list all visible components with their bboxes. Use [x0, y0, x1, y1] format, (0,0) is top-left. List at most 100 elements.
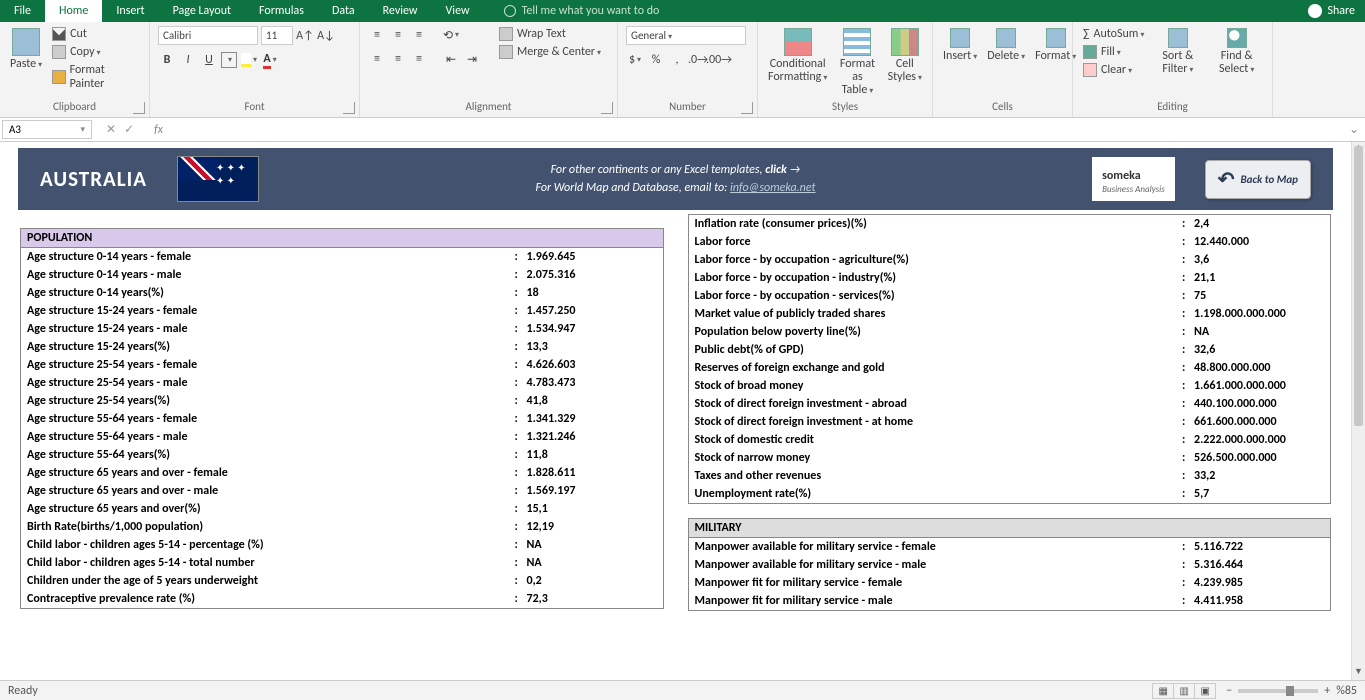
row-label: Age structure 65 years and over - female [27, 466, 515, 480]
tab-insert[interactable]: Insert [102, 0, 158, 22]
scroll-thumb[interactable] [1354, 146, 1363, 426]
increase-indent-button[interactable]: ⇥ [463, 50, 481, 68]
border-button[interactable] [221, 52, 237, 68]
merge-center-button[interactable]: Merge & Center [497, 44, 603, 60]
left-column: POPULATION Age structure 0-14 years - fe… [20, 214, 664, 611]
increase-decimal-button[interactable]: .0→ [689, 51, 707, 69]
copy-button[interactable]: Copy [50, 44, 141, 60]
tab-formulas[interactable]: Formulas [245, 0, 318, 22]
bold-button[interactable]: B [158, 51, 176, 69]
row-label: Manpower fit for military service - male [695, 594, 1183, 608]
merge-icon [499, 45, 513, 59]
zoom-level[interactable]: %85 [1336, 684, 1357, 698]
decrease-font-button[interactable]: A↓ [317, 27, 335, 45]
flag-image [177, 156, 259, 202]
email-link[interactable]: info@someka.net [730, 181, 816, 195]
row-label: Age structure 55-64 years(%) [27, 448, 515, 462]
fx-icon[interactable]: fx [146, 123, 171, 137]
tab-review[interactable]: Review [369, 0, 432, 22]
format-as-table-button[interactable]: Format as Table [835, 26, 879, 100]
row-value: 2.222.000.000.000 [1194, 433, 1324, 447]
format-painter-button[interactable]: Format Painter [50, 62, 141, 92]
scroll-down-icon[interactable]: ▼ [1352, 666, 1365, 680]
underline-button[interactable]: U [200, 51, 218, 69]
accounting-format-button[interactable]: $ [626, 51, 644, 69]
cut-button[interactable]: Cut [50, 26, 141, 42]
align-top-button[interactable]: ≡ [368, 26, 386, 44]
align-left-button[interactable]: ≡ [368, 50, 386, 68]
font-color-button[interactable]: A [261, 51, 279, 69]
align-right-button[interactable]: ≡ [410, 50, 428, 68]
autosum-button[interactable]: ∑AutoSum [1081, 26, 1146, 42]
delete-cells-button[interactable]: Delete [985, 26, 1027, 65]
sort-filter-button[interactable]: Sort & Filter [1152, 26, 1203, 78]
dialog-launcher-icon[interactable] [343, 102, 355, 114]
cell-styles-button[interactable]: Cell Styles [886, 26, 924, 86]
zoom-in-button[interactable]: + [1324, 684, 1330, 698]
view-pagebreak-button[interactable]: ▣ [1194, 683, 1216, 699]
vertical-scrollbar[interactable]: ▲ ▼ [1351, 142, 1365, 680]
row-value: 33,2 [1194, 469, 1324, 483]
font-size-select[interactable]: 11 [261, 26, 293, 45]
dialog-launcher-icon[interactable] [133, 102, 145, 114]
expand-formula-icon[interactable]: ⌄ [1343, 122, 1365, 137]
group-font: Calibri 11 A↑ A↓ B I U A Font [150, 22, 360, 117]
worksheet[interactable]: AUSTRALIA For other continents or any Ex… [0, 142, 1365, 680]
tab-home[interactable]: Home [45, 0, 102, 22]
row-label: Age structure 25-54 years(%) [27, 394, 515, 408]
group-styles: Conditional Formatting Format as Table C… [758, 22, 933, 117]
accept-formula-button[interactable]: ✓ [124, 122, 134, 137]
decrease-indent-button[interactable]: ⇤ [442, 50, 460, 68]
row-value: NA [527, 556, 657, 570]
tab-view[interactable]: View [432, 0, 484, 22]
zoom-slider[interactable] [1238, 689, 1318, 693]
row-label: Contraceptive prevalence rate (%) [27, 592, 515, 606]
percent-button[interactable]: % [647, 51, 665, 69]
fill-button[interactable]: Fill [1081, 44, 1146, 60]
fill-color-button[interactable] [240, 51, 258, 69]
back-to-map-button[interactable]: Back to Map [1205, 160, 1311, 199]
zoom-out-button[interactable]: − [1226, 684, 1232, 698]
tell-me[interactable]: Tell me what you want to do [504, 4, 660, 18]
cf-icon [784, 28, 812, 56]
delete-icon [996, 28, 1016, 48]
dialog-launcher-icon[interactable] [601, 102, 613, 114]
number-format-select[interactable]: General [626, 26, 746, 45]
formula-input[interactable] [171, 128, 1343, 132]
row-label: Population below poverty line(%) [695, 325, 1183, 339]
clear-button[interactable]: Clear [1081, 62, 1146, 78]
insert-cells-button[interactable]: Insert [941, 26, 979, 65]
row-label: Age structure 55-64 years - female [27, 412, 515, 426]
row-label: Age structure 0-14 years - female [27, 250, 515, 264]
row-label: Manpower available for military service … [695, 540, 1183, 554]
share-button[interactable]: Share [1308, 4, 1355, 18]
tab-page-layout[interactable]: Page Layout [159, 0, 245, 22]
row-label: Labor force - by occupation - services(%… [695, 289, 1183, 303]
increase-font-button[interactable]: A↑ [296, 27, 314, 45]
row-label: Age structure 15-24 years - male [27, 322, 515, 336]
paste-button[interactable]: Paste [8, 26, 44, 73]
paste-icon [12, 28, 40, 56]
find-select-button[interactable]: Find & Select [1209, 26, 1264, 78]
orientation-button[interactable]: ⟲ [442, 26, 460, 44]
name-box[interactable]: A3 [2, 120, 92, 139]
comma-button[interactable]: , [668, 51, 686, 69]
dialog-launcher-icon[interactable] [741, 102, 753, 114]
tab-data[interactable]: Data [318, 0, 369, 22]
view-normal-button[interactable]: ▦ [1152, 683, 1174, 699]
font-name-select[interactable]: Calibri [158, 26, 258, 45]
row-value: 526.500.000.000 [1194, 451, 1324, 465]
decrease-decimal-button[interactable]: .00→ [710, 51, 728, 69]
align-middle-button[interactable]: ≡ [389, 26, 407, 44]
format-cells-button[interactable]: Format [1033, 26, 1078, 65]
row-value: 1.569.197 [527, 484, 657, 498]
conditional-formatting-button[interactable]: Conditional Formatting [766, 26, 829, 86]
data-row: Labor force - by occupation - agricultur… [689, 251, 1331, 269]
wrap-text-button[interactable]: Wrap Text [497, 26, 603, 42]
tab-file[interactable]: File [0, 0, 45, 22]
view-layout-button[interactable]: ▥ [1173, 683, 1195, 699]
cancel-formula-button[interactable]: ✕ [106, 122, 116, 137]
align-bottom-button[interactable]: ≡ [410, 26, 428, 44]
italic-button[interactable]: I [179, 51, 197, 69]
align-center-button[interactable]: ≡ [389, 50, 407, 68]
